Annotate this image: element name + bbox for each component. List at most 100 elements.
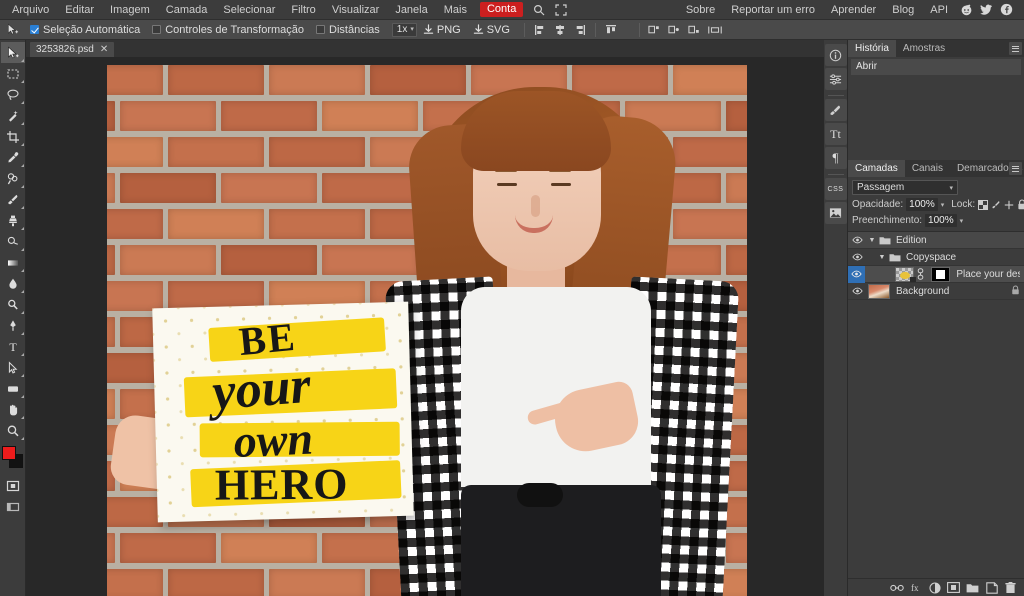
gradient-tool[interactable] (1, 252, 25, 273)
path-select-tool[interactable] (1, 357, 25, 378)
visibility-eye-icon[interactable] (848, 287, 866, 295)
healing-brush-tool[interactable] (1, 168, 25, 189)
poster-artwork[interactable]: BE your own HERO (152, 301, 414, 523)
paragraph-panel-icon[interactable]: ¶ (824, 147, 847, 169)
quick-mask-icon[interactable] (1, 475, 25, 496)
layer-mask-thumbnail[interactable] (931, 266, 951, 282)
zoom-level-select[interactable]: 1x ▾ (391, 22, 417, 37)
table-row[interactable]: ▼ Copyspace (848, 249, 1024, 266)
tab-amostras[interactable]: Amostras (896, 40, 952, 57)
distribute-right-icon[interactable] (685, 20, 705, 40)
auto-select-checkbox-box[interactable] (30, 25, 39, 34)
export-png-button[interactable]: PNG (417, 20, 467, 40)
image-panel-icon[interactable] (824, 202, 847, 224)
menu-selecionar[interactable]: Selecionar (215, 0, 283, 20)
close-icon[interactable]: ✕ (100, 44, 108, 55)
menu-editar[interactable]: Editar (57, 0, 102, 20)
export-svg-button[interactable]: SVG (467, 20, 516, 40)
lasso-tool[interactable] (1, 84, 25, 105)
tab-camadas[interactable]: Camadas (848, 160, 905, 177)
menu-aprender[interactable]: Aprender (823, 0, 884, 20)
fill-value[interactable]: 100% (925, 214, 957, 227)
color-swatches[interactable] (1, 445, 25, 471)
css-panel-icon[interactable]: CSS (824, 178, 847, 200)
facebook-icon[interactable] (996, 0, 1016, 20)
new-group-icon[interactable] (965, 580, 980, 595)
visibility-eye-icon[interactable] (848, 265, 866, 283)
panel-menu-icon[interactable] (1009, 42, 1022, 55)
align-left-icon[interactable] (530, 20, 550, 40)
chevron-down-icon[interactable]: ▾ (960, 217, 964, 225)
menu-mais[interactable]: Mais (436, 0, 475, 20)
visibility-eye-icon[interactable] (848, 253, 866, 261)
clone-stamp-tool[interactable] (1, 210, 25, 231)
table-row[interactable]: Place your desig (848, 265, 1024, 283)
layer-style-fx-icon[interactable]: fx (908, 580, 923, 595)
distribute-spacing-icon[interactable] (705, 20, 725, 40)
pen-tool[interactable] (1, 315, 25, 336)
distribute-left-icon[interactable] (645, 20, 665, 40)
history-entry-abrir[interactable]: Abrir (851, 59, 1021, 75)
tab-historia[interactable]: História (848, 40, 896, 57)
info-panel-icon[interactable] (824, 44, 847, 66)
fullscreen-icon[interactable] (550, 0, 572, 20)
move-tool[interactable] (0, 42, 25, 63)
align-top-icon[interactable] (601, 20, 621, 40)
menu-visualizar[interactable]: Visualizar (324, 0, 388, 20)
shape-tool[interactable] (1, 378, 25, 399)
group-expand-chevron-icon[interactable]: ▼ (876, 254, 888, 261)
align-right-icon[interactable] (570, 20, 590, 40)
group-expand-chevron-icon[interactable]: ▼ (866, 237, 878, 244)
delete-layer-icon[interactable] (1003, 580, 1018, 595)
distribute-center-icon[interactable] (665, 20, 685, 40)
layer-thumbnail[interactable] (868, 283, 890, 299)
panel-menu-icon[interactable] (1009, 162, 1022, 175)
eyedropper-tool[interactable] (1, 147, 25, 168)
transform-controls-checkbox-box[interactable] (152, 25, 162, 34)
foreground-color-swatch[interactable] (1, 446, 16, 460)
account-button[interactable]: Conta (479, 2, 524, 17)
tab-canais[interactable]: Canais (905, 160, 950, 177)
menu-camada[interactable]: Camada (158, 0, 216, 20)
table-row[interactable]: ▼ Edition (848, 232, 1024, 249)
menu-api[interactable]: API (922, 0, 956, 20)
brush-panel-icon[interactable] (824, 99, 847, 121)
layer-thumbnail[interactable] (895, 266, 917, 282)
opacity-value[interactable]: 100% (906, 198, 938, 211)
artboard[interactable]: BE your own HERO (107, 65, 747, 596)
brush-tool[interactable] (1, 189, 25, 210)
dodge-tool[interactable] (1, 294, 25, 315)
transform-controls-checkbox[interactable]: Controles de Transformação (146, 20, 310, 40)
auto-select-checkbox[interactable]: Seleção Automática (24, 20, 146, 40)
new-layer-icon[interactable] (984, 580, 999, 595)
menu-reportar-um-erro[interactable]: Reportar um erro (723, 0, 823, 20)
twitter-icon[interactable] (976, 0, 996, 20)
type-tool[interactable]: T (1, 336, 25, 357)
screen-mode-icon[interactable] (1, 496, 25, 517)
menu-filtro[interactable]: Filtro (283, 0, 323, 20)
lock-position-icon[interactable] (1004, 199, 1014, 211)
marquee-tool[interactable] (1, 63, 25, 84)
distances-checkbox-box[interactable] (316, 25, 326, 34)
menu-imagem[interactable]: Imagem (102, 0, 158, 20)
table-row[interactable]: Background (848, 283, 1024, 300)
character-panel-icon[interactable]: Tt (824, 123, 847, 145)
chevron-down-icon[interactable]: ▾ (941, 201, 945, 209)
canvas-area[interactable]: BE your own HERO (26, 57, 824, 596)
lock-all-icon[interactable] (1017, 199, 1024, 211)
adjustments-panel-icon[interactable] (824, 68, 847, 90)
blend-mode-select[interactable]: Passagem ▾ (852, 180, 958, 195)
lock-image-icon[interactable] (991, 199, 1001, 211)
add-mask-icon[interactable] (946, 580, 961, 595)
link-layers-icon[interactable] (889, 580, 904, 595)
crop-tool[interactable] (1, 126, 25, 147)
distances-checkbox[interactable]: Distâncias (310, 20, 386, 40)
blur-tool[interactable] (1, 273, 25, 294)
hand-tool[interactable] (1, 399, 25, 420)
align-center-h-icon[interactable] (550, 20, 570, 40)
visibility-eye-icon[interactable] (848, 236, 866, 244)
menu-blog[interactable]: Blog (884, 0, 922, 20)
adjustment-layer-icon[interactable] (927, 580, 942, 595)
search-icon[interactable] (528, 0, 550, 20)
lock-transparency-icon[interactable] (978, 199, 989, 211)
